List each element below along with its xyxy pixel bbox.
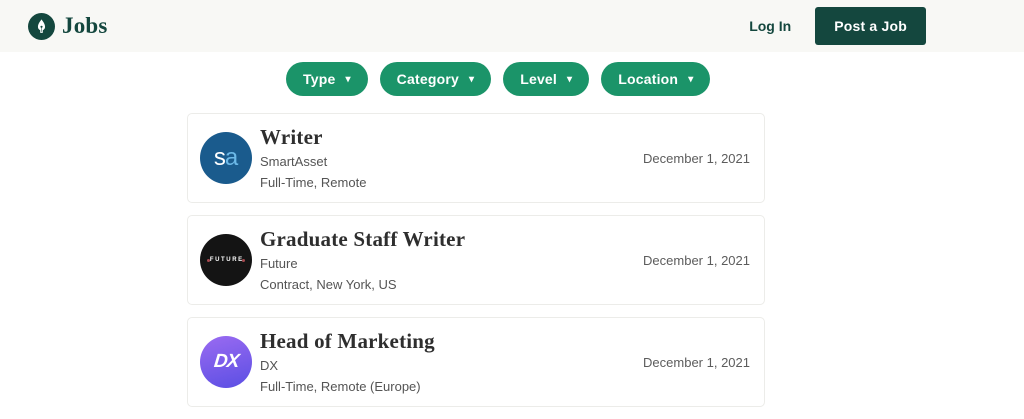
logo-letter: DX xyxy=(212,351,240,372)
filter-bar: Type ▾ Category ▾ Level ▾ Location ▾ xyxy=(286,62,1024,96)
filter-type-button[interactable]: Type ▾ xyxy=(286,62,368,96)
job-list: sa Writer SmartAsset Full-Time, Remote D… xyxy=(187,113,765,407)
company-logo-smartasset: sa xyxy=(200,132,252,184)
filter-type-label: Type xyxy=(303,71,336,87)
job-meta: Full-Time, Remote xyxy=(260,175,367,191)
job-title[interactable]: Graduate Staff Writer xyxy=(260,227,465,251)
chevron-down-icon: ▾ xyxy=(688,73,694,85)
logo-letter: FUTURE xyxy=(209,257,244,263)
job-date: December 1, 2021 xyxy=(643,354,750,370)
chevron-down-icon: ▾ xyxy=(468,73,475,85)
pen-nib-icon xyxy=(28,12,55,40)
filter-category-label: Category xyxy=(396,71,459,87)
job-info: Graduate Staff Writer Future Contract, N… xyxy=(260,227,465,293)
job-meta: Full-Time, Remote (Europe) xyxy=(260,379,421,395)
logo-accent-icon xyxy=(242,259,245,262)
brand-name: Jobs xyxy=(62,13,108,38)
job-date: December 1, 2021 xyxy=(643,252,750,268)
chevron-down-icon: ▾ xyxy=(567,73,573,85)
job-card-head-of-marketing[interactable]: DX Head of Marketing DX Full-Time, Remot… xyxy=(187,317,765,407)
job-card-graduate-staff-writer[interactable]: FUTURE Graduate Staff Writer Future Cont… xyxy=(187,215,765,305)
logo-accent-icon xyxy=(207,259,210,262)
login-link[interactable]: Log In xyxy=(749,18,791,34)
job-title[interactable]: Head of Marketing xyxy=(260,329,435,353)
filter-category-button[interactable]: Category ▾ xyxy=(379,62,492,96)
header-actions: Log In Post a Job xyxy=(749,7,926,45)
company-name: SmartAsset xyxy=(260,154,328,170)
logo-letter: s xyxy=(213,144,226,171)
job-info: Writer SmartAsset Full-Time, Remote xyxy=(260,125,367,191)
chevron-down-icon: ▾ xyxy=(345,73,351,85)
job-card-writer[interactable]: sa Writer SmartAsset Full-Time, Remote D… xyxy=(187,113,765,203)
company-logo-future: FUTURE xyxy=(200,234,252,286)
company-logo-dx: DX xyxy=(200,336,252,388)
brand-logo[interactable]: Jobs xyxy=(28,12,108,40)
filter-location-label: Location xyxy=(618,71,679,87)
post-a-job-button[interactable]: Post a Job xyxy=(815,7,926,45)
filter-level-label: Level xyxy=(520,71,558,87)
job-meta: Contract, New York, US xyxy=(260,277,397,293)
company-name: Future xyxy=(260,256,298,272)
filter-level-button[interactable]: Level ▾ xyxy=(503,62,590,96)
header: Jobs Log In Post a Job xyxy=(0,0,1024,52)
job-info: Head of Marketing DX Full-Time, Remote (… xyxy=(260,329,435,395)
filter-location-button[interactable]: Location ▾ xyxy=(601,62,711,96)
company-name: DX xyxy=(260,358,279,374)
job-title[interactable]: Writer xyxy=(260,125,366,149)
job-date: December 1, 2021 xyxy=(643,150,750,166)
logo-letter: a xyxy=(224,144,239,171)
